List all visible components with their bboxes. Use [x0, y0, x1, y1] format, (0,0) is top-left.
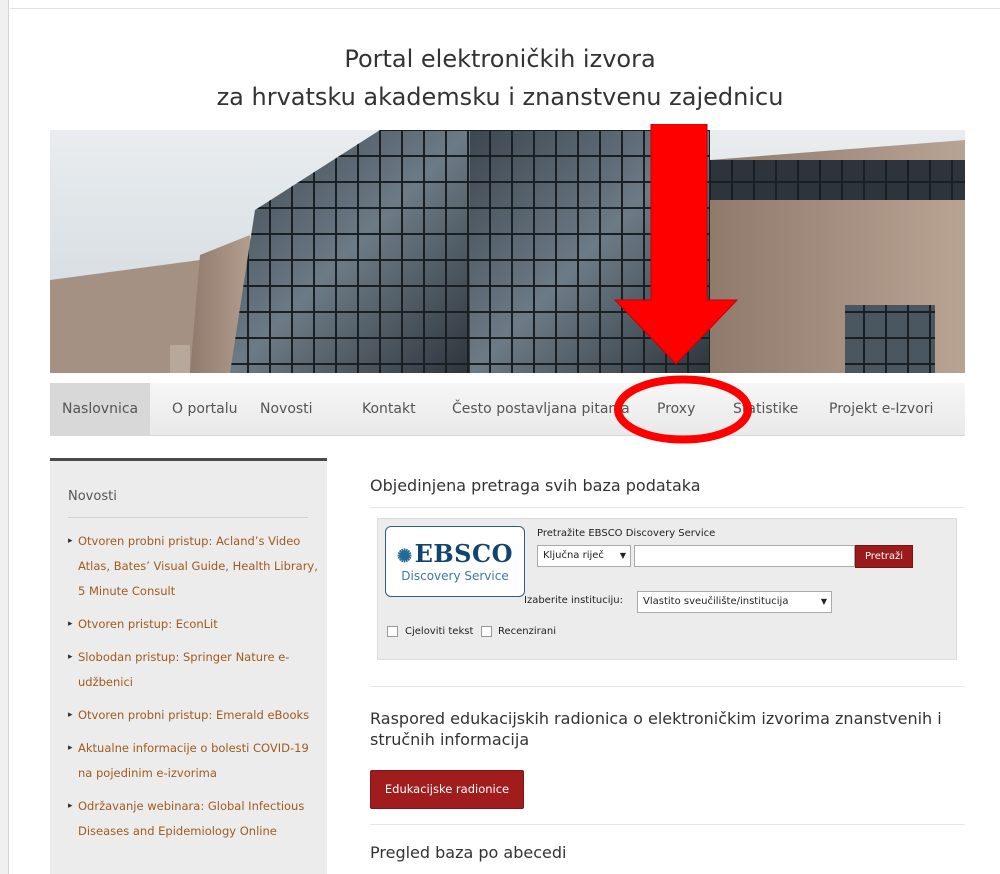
sidebar-title: Novosti [68, 489, 117, 504]
news-item[interactable]: Održavanje webinara: Global Infectious D… [68, 794, 318, 844]
nav-item-projekt-e-izvori[interactable]: Projekt e-Izvori [829, 383, 933, 436]
section-divider [370, 507, 965, 508]
red-arrow-annotation [613, 124, 739, 365]
nav-item-o-portalu[interactable]: O portalu [172, 383, 238, 436]
alphabet-section-title: Pregled baza po abecedi [370, 843, 567, 862]
nav-item-faq[interactable]: Često postavljana pitanja [452, 383, 630, 436]
nav-item-naslovnica[interactable]: Naslovnica [50, 383, 151, 436]
ebsco-logo: ✺EBSCO Discovery Service [385, 526, 525, 597]
search-button[interactable]: Pretraži [855, 545, 913, 568]
page-left-border [0, 0, 9, 874]
news-item[interactable]: Otvoren probni pristup: Emerald eBooks [68, 703, 318, 728]
institution-label: Izaberite instituciju: [524, 595, 624, 606]
search-caption: Pretražite EBSCO Discovery Service [537, 528, 716, 539]
ebsco-brand: ✺EBSCO [386, 539, 524, 568]
institution-select[interactable]: Vlastito sveučilište/institucija ▼ [637, 591, 832, 613]
news-item[interactable]: Aktualne informacije o bolesti COVID-19 … [68, 736, 318, 786]
search-section-title: Objedinjena pretraga svih baza podataka [370, 476, 701, 495]
nav-item-novosti[interactable]: Novosti [260, 383, 313, 436]
ebsco-brand-text: EBSCO [414, 539, 513, 568]
news-item[interactable]: Otvoren probni pristup: Acland’s Video A… [68, 529, 318, 604]
chevron-down-icon: ▼ [820, 597, 827, 606]
peer-reviewed-checkbox-label: Recenzirani [498, 626, 557, 637]
nav-item-kontakt[interactable]: Kontakt [362, 383, 416, 436]
news-list: Otvoren probni pristup: Acland’s Video A… [68, 529, 318, 852]
building-illustration [50, 130, 965, 373]
site-title-line-1: Portal elektroničkih izvora [344, 45, 656, 73]
section-divider [370, 686, 965, 687]
fulltext-checkbox-label: Cjeloviti tekst [405, 626, 474, 637]
ebsco-brand-sub: Discovery Service [401, 569, 509, 583]
search-input[interactable] [634, 545, 855, 567]
news-item[interactable]: Otvoren pristup: EconLit [68, 612, 318, 637]
news-item[interactable]: Slobodan pristup: Springer Nature e-udžb… [68, 645, 318, 695]
chevron-down-icon: ▼ [619, 551, 626, 560]
ebsco-swirl-icon: ✺ [396, 546, 413, 567]
sidebar-divider [68, 517, 308, 518]
institution-select-value: Vlastito sveučilište/institucija [643, 596, 789, 607]
news-sidebar: Novosti Otvoren probni pristup: Acland’s… [50, 458, 327, 874]
site-title: Portal elektroničkih izvora za hrvatsku … [0, 40, 1000, 116]
search-field-select[interactable]: Ključna riječ ▼ [537, 545, 631, 567]
site-title-line-2: za hrvatsku akademsku i znanstvenu zajed… [216, 83, 784, 111]
peer-reviewed-checkbox[interactable] [481, 626, 492, 637]
fulltext-checkbox[interactable] [387, 626, 398, 637]
ebsco-search-widget: ✺EBSCO Discovery Service Pretražite EBSC… [377, 518, 957, 660]
section-divider [370, 824, 965, 825]
main-nav: Naslovnica O portalu Novosti Kontakt Čes… [50, 383, 965, 436]
education-workshops-button[interactable]: Edukacijske radionice [370, 770, 524, 809]
education-section-title: Raspored edukacijskih radionica o elektr… [370, 709, 942, 749]
hero-image [50, 130, 965, 373]
red-circle-annotation [614, 375, 752, 444]
search-field-select-value: Ključna riječ [543, 550, 604, 561]
